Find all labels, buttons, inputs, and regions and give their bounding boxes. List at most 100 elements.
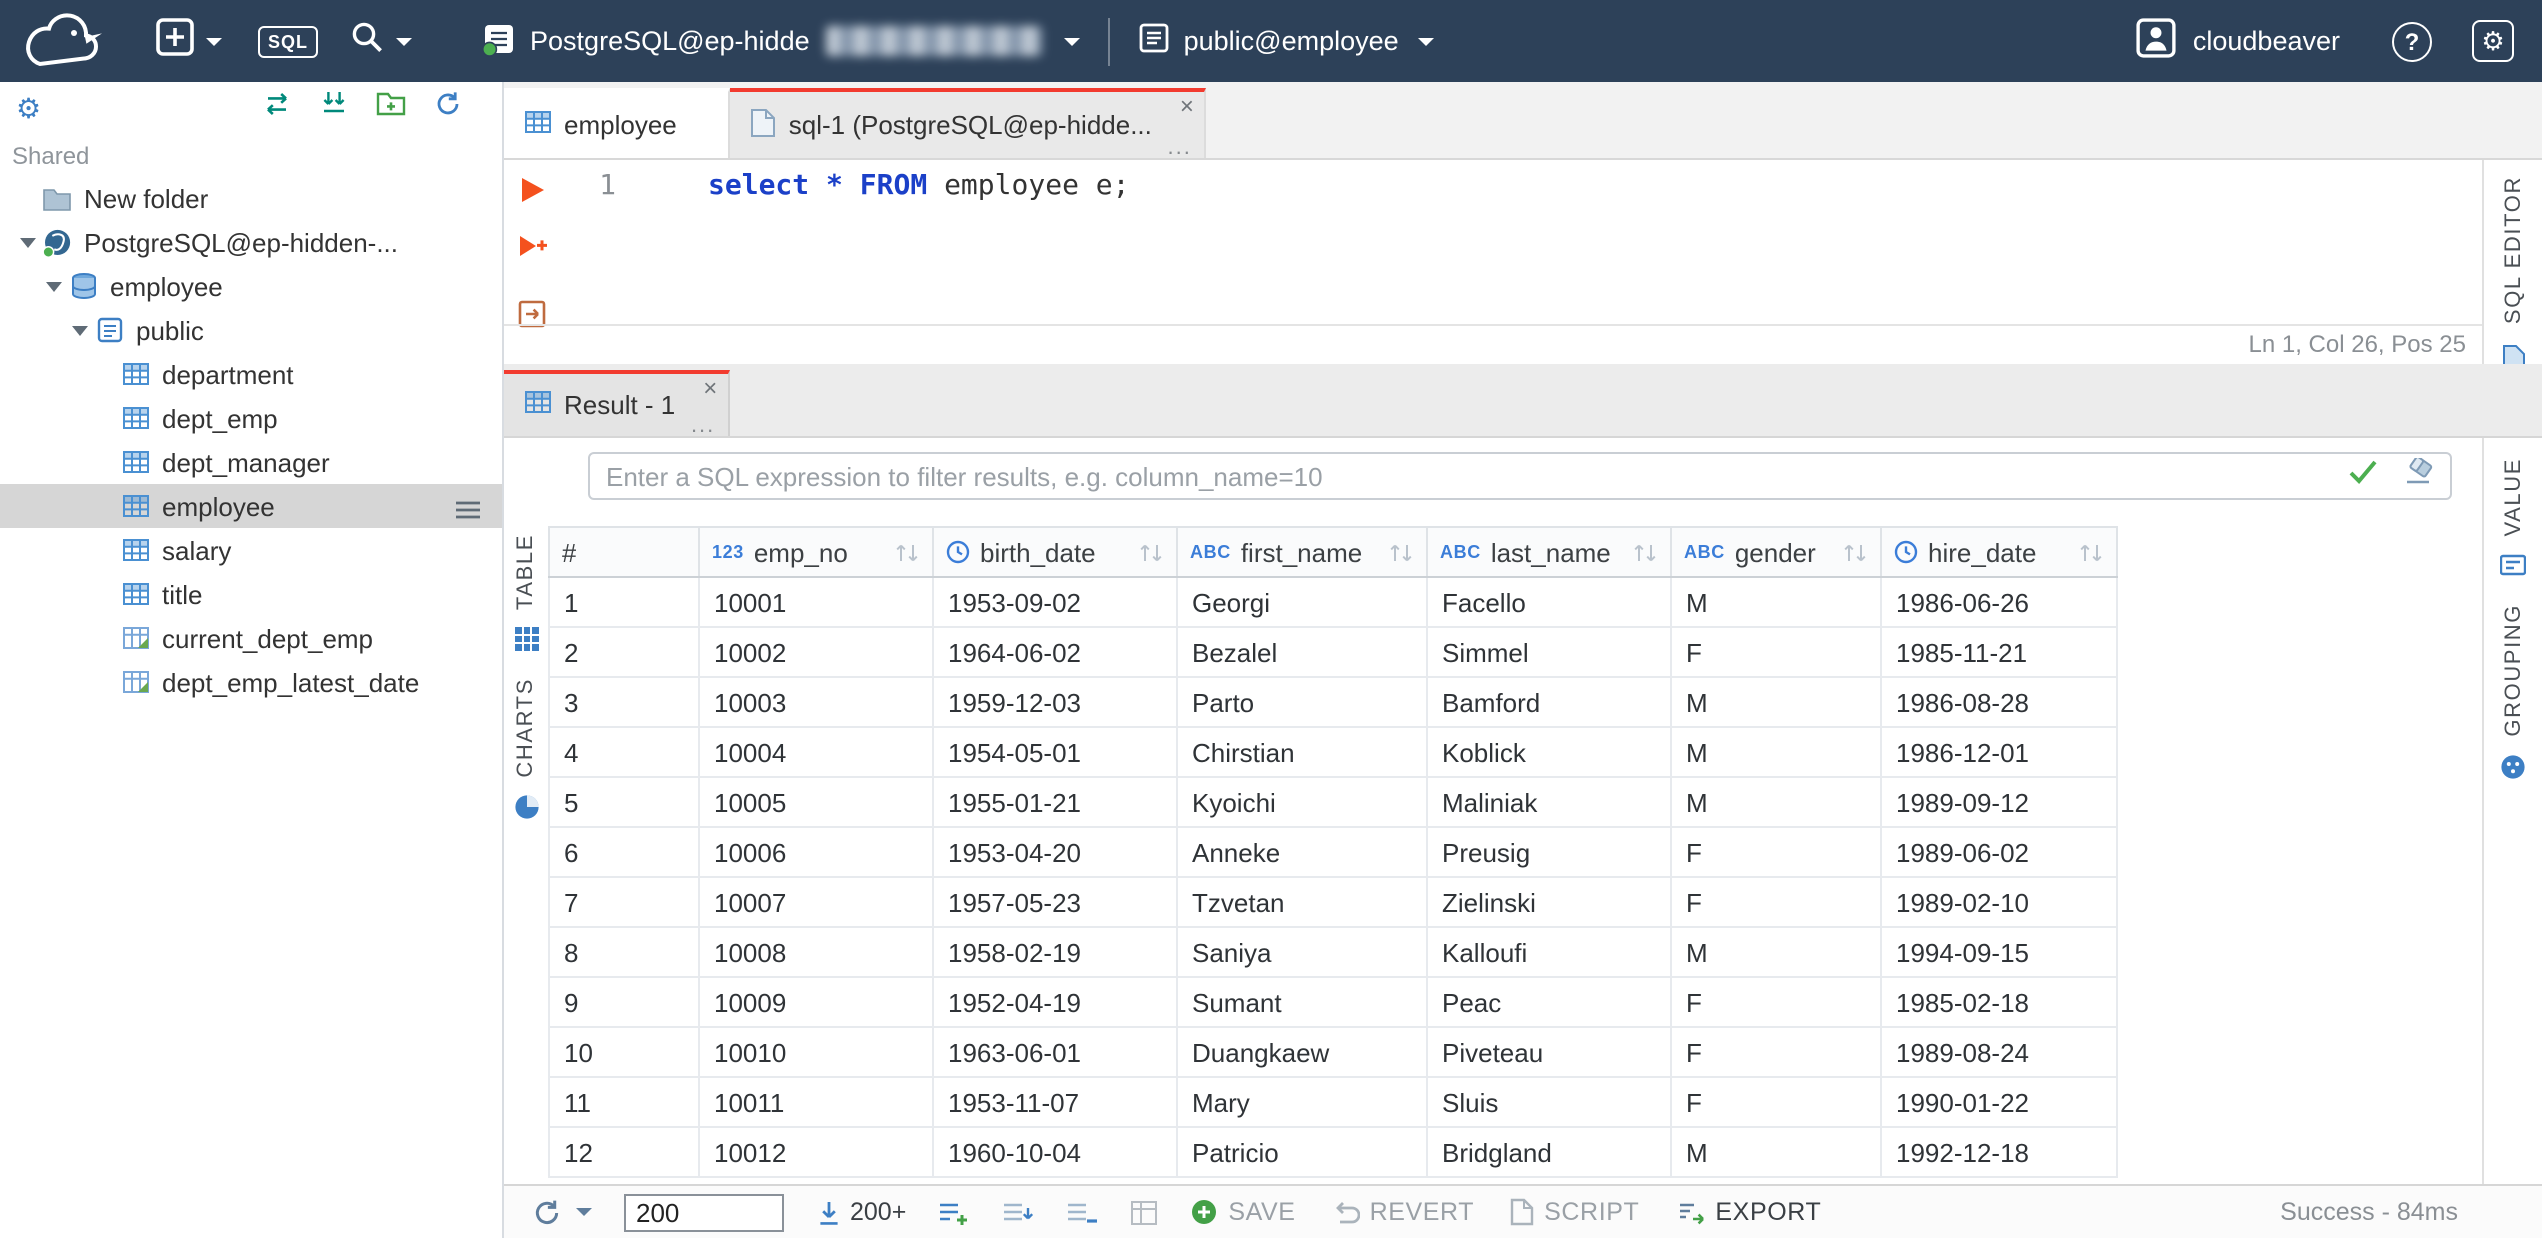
data-cell[interactable]: 1989-02-10	[1880, 876, 2118, 928]
sort-icon[interactable]	[1388, 541, 1414, 563]
data-cell[interactable]: 1952-04-19	[932, 976, 1178, 1028]
data-cell[interactable]: Georgi	[1176, 576, 1428, 628]
chevron-down-icon[interactable]	[16, 237, 40, 247]
row-number-cell[interactable]: 9	[548, 976, 700, 1028]
data-cell[interactable]: 1986-06-26	[1880, 576, 2118, 628]
data-cell[interactable]: 1964-06-02	[932, 626, 1178, 678]
settings-button[interactable]: ⚙	[2472, 20, 2514, 62]
new-sql-editor-button[interactable]: SQL	[258, 25, 319, 57]
tree-item-public[interactable]: public	[0, 308, 502, 352]
data-cell[interactable]: Bamford	[1426, 676, 1672, 728]
data-cell[interactable]: 10005	[698, 776, 934, 828]
data-cell[interactable]: Patricio	[1176, 1126, 1428, 1178]
row-number-cell[interactable]: 4	[548, 726, 700, 778]
data-cell[interactable]: 10008	[698, 926, 934, 978]
data-cell[interactable]: Saniya	[1176, 926, 1428, 978]
close-icon[interactable]: ×	[703, 376, 717, 400]
data-cell[interactable]: 1960-10-04	[932, 1126, 1178, 1178]
add-row-button[interactable]	[938, 1199, 970, 1225]
data-cell[interactable]: M	[1670, 576, 1882, 628]
execute-new-tab-button[interactable]	[515, 232, 549, 270]
data-cell[interactable]: 1992-12-18	[1880, 1126, 2118, 1178]
data-cell[interactable]: Parto	[1176, 676, 1428, 728]
data-cell[interactable]: Bridgland	[1426, 1126, 1672, 1178]
data-cell[interactable]: 10001	[698, 576, 934, 628]
grouping-panel-tab[interactable]: GROUPING	[2501, 605, 2525, 738]
column-header-first_name[interactable]: ABC first_name	[1176, 526, 1428, 578]
charts-view-tab[interactable]: CHARTS	[514, 678, 538, 778]
row-number-cell[interactable]: 11	[548, 1076, 700, 1128]
data-cell[interactable]: M	[1670, 676, 1882, 728]
data-cell[interactable]: 1989-09-12	[1880, 776, 2118, 828]
row-number-cell[interactable]: 10	[548, 1026, 700, 1078]
data-cell[interactable]: 1963-06-01	[932, 1026, 1178, 1078]
data-cell[interactable]: Mary	[1176, 1076, 1428, 1128]
row-number-cell[interactable]: 8	[548, 926, 700, 978]
data-cell[interactable]: Bezalel	[1176, 626, 1428, 678]
schema-selector[interactable]: public@employee	[1138, 22, 1435, 60]
column-header-rownum[interactable]: #	[548, 526, 700, 578]
sort-icon[interactable]	[2078, 541, 2104, 563]
data-cell[interactable]: 1989-06-02	[1880, 826, 2118, 878]
data-cell[interactable]: 10012	[698, 1126, 934, 1178]
data-cell[interactable]: 1985-11-21	[1880, 626, 2118, 678]
clear-filter-icon[interactable]	[2402, 456, 2434, 494]
value-panel-icon[interactable]	[2499, 553, 2527, 589]
data-cell[interactable]: Piveteau	[1426, 1026, 1672, 1078]
tab-menu-icon[interactable]: ...	[1168, 137, 1192, 160]
data-cell[interactable]: M	[1670, 776, 1882, 828]
data-cell[interactable]: Kyoichi	[1176, 776, 1428, 828]
sql-code-line[interactable]: select * FROM employee e;	[644, 160, 1130, 324]
fetch-size-input[interactable]	[624, 1193, 784, 1231]
refresh-results-button[interactable]	[532, 1197, 592, 1227]
tree-item-employee[interactable]: employee	[0, 264, 502, 308]
row-number-cell[interactable]: 1	[548, 576, 700, 628]
data-cell[interactable]: Koblick	[1426, 726, 1672, 778]
data-cell[interactable]: 10002	[698, 626, 934, 678]
duplicate-row-button[interactable]	[1002, 1199, 1034, 1225]
column-header-emp_no[interactable]: 123 emp_no	[698, 526, 934, 578]
data-cell[interactable]: 10010	[698, 1026, 934, 1078]
tree-item-dept-emp-latest-date[interactable]: dept_emp_latest_date	[0, 660, 502, 704]
execute-query-button[interactable]	[521, 178, 543, 202]
grid-options-button[interactable]	[1130, 1199, 1158, 1225]
data-cell[interactable]: 1959-12-03	[932, 676, 1178, 728]
data-cell[interactable]: F	[1670, 976, 1882, 1028]
column-header-birth_date[interactable]: birth_date	[932, 526, 1178, 578]
filter-input[interactable]	[606, 461, 2324, 491]
data-cell[interactable]: 1989-08-24	[1880, 1026, 2118, 1078]
row-number-cell[interactable]: 7	[548, 876, 700, 928]
tree-item-employee[interactable]: employee	[0, 484, 502, 528]
revert-button[interactable]: REVERT	[1332, 1198, 1475, 1226]
new-folder-icon[interactable]	[376, 90, 406, 126]
data-cell[interactable]: 1953-04-20	[932, 826, 1178, 878]
tab-menu-icon[interactable]: ...	[691, 415, 715, 438]
apply-filter-icon[interactable]	[2348, 458, 2378, 494]
close-icon[interactable]: ×	[1180, 94, 1194, 118]
sort-icon[interactable]	[894, 541, 920, 563]
tree-item-postgresql-ep-hidden-[interactable]: PostgreSQL@ep-hidden-...	[0, 220, 502, 264]
data-cell[interactable]: 1953-09-02	[932, 576, 1178, 628]
data-cell[interactable]: Tzvetan	[1176, 876, 1428, 928]
data-cell[interactable]: M	[1670, 726, 1882, 778]
tree-item-salary[interactable]: salary	[0, 528, 502, 572]
data-cell[interactable]: Sumant	[1176, 976, 1428, 1028]
grouping-panel-icon[interactable]	[2500, 753, 2526, 789]
row-number-cell[interactable]: 6	[548, 826, 700, 878]
sort-icon[interactable]	[1842, 541, 1868, 563]
data-cell[interactable]: F	[1670, 876, 1882, 928]
tree-item-current-dept-emp[interactable]: current_dept_emp	[0, 616, 502, 660]
data-cell[interactable]: 1986-12-01	[1880, 726, 2118, 778]
data-cell[interactable]: 1985-02-18	[1880, 976, 2118, 1028]
data-cell[interactable]: 10004	[698, 726, 934, 778]
tree-item-dept-emp[interactable]: dept_emp	[0, 396, 502, 440]
data-cell[interactable]: 10009	[698, 976, 934, 1028]
data-cell[interactable]: Zielinski	[1426, 876, 1672, 928]
table-view-tab[interactable]: TABLE	[514, 534, 538, 610]
sync-connections-icon[interactable]	[262, 90, 292, 126]
row-menu-icon[interactable]	[454, 496, 482, 526]
tree-item-dept-manager[interactable]: dept_manager	[0, 440, 502, 484]
data-cell[interactable]: 10006	[698, 826, 934, 878]
charts-view-icon[interactable]	[513, 794, 539, 830]
data-cell[interactable]: Peac	[1426, 976, 1672, 1028]
